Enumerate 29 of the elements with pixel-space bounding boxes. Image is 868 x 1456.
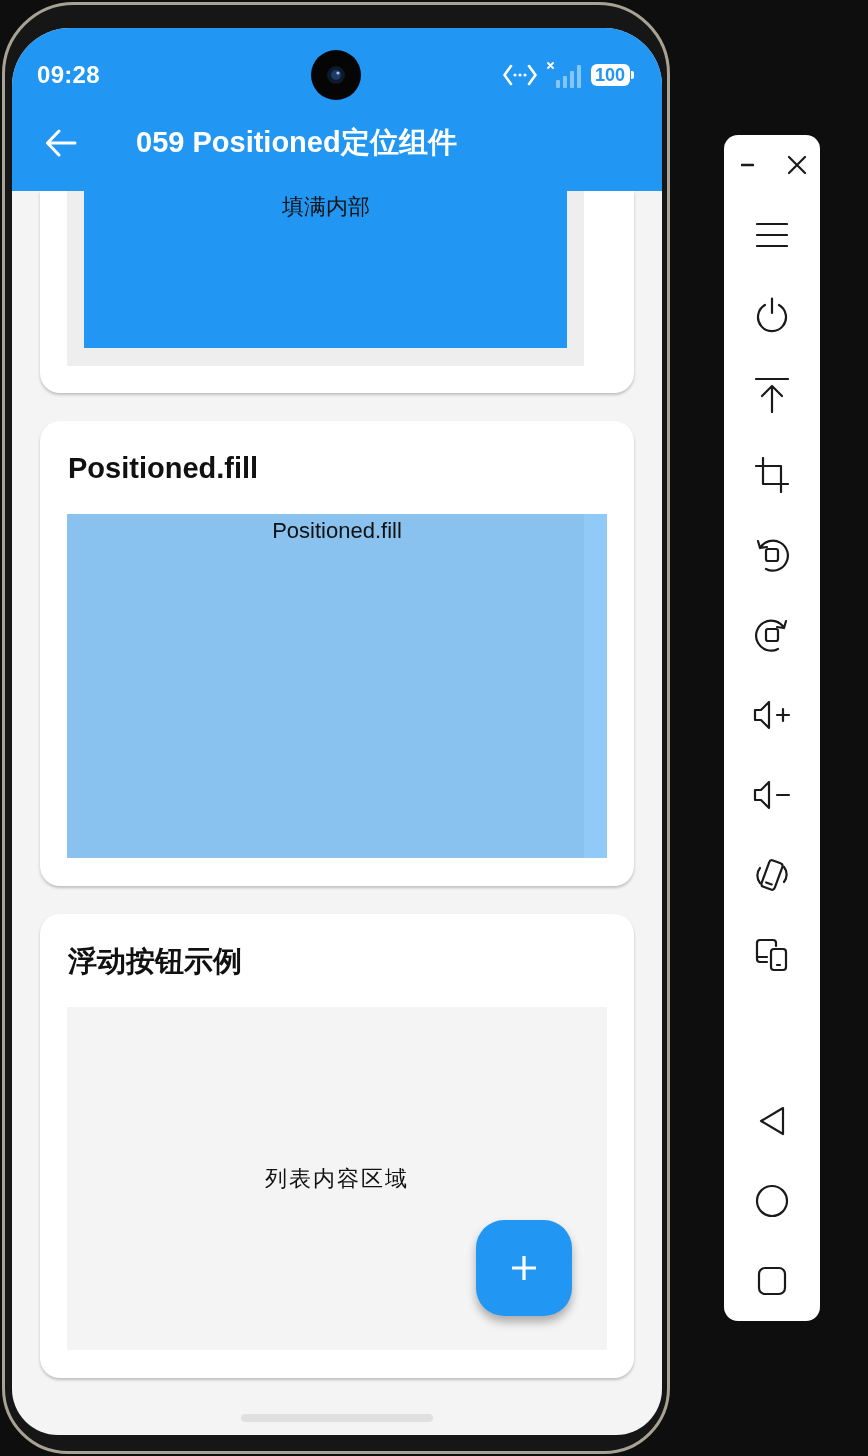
back-arrow-icon[interactable]	[45, 129, 77, 157]
menu-icon[interactable]	[756, 222, 788, 248]
power-icon[interactable]	[756, 297, 788, 333]
add-fab[interactable]	[476, 1220, 572, 1316]
arrow-up-to-line-icon[interactable]	[755, 377, 789, 413]
plus-icon	[510, 1254, 538, 1282]
volume-down-icon[interactable]	[753, 779, 791, 811]
battery-indicator: 100	[590, 63, 634, 86]
card-title: 浮动按钮示例	[68, 944, 243, 979]
positioned-fill-label: Positioned.fill	[272, 517, 402, 545]
card-title: Positioned.fill	[68, 451, 260, 486]
rotate-right-icon[interactable]	[755, 617, 789, 653]
camera-hole-icon	[311, 50, 361, 100]
crop-icon[interactable]	[755, 457, 789, 493]
fill-inner-label: 填满内部	[281, 193, 370, 221]
data-transfer-icon	[502, 63, 537, 86]
minimize-icon[interactable]	[741, 163, 754, 167]
devices-icon[interactable]	[755, 938, 789, 972]
recents-square-icon[interactable]	[757, 1266, 787, 1296]
back-triangle-icon[interactable]	[757, 1104, 787, 1138]
home-circle-icon[interactable]	[755, 1184, 789, 1218]
phone-shake-icon[interactable]	[755, 856, 789, 894]
status-time: 09:28	[37, 60, 100, 89]
signal-icon	[545, 61, 582, 88]
app-title: 059 Positioned定位组件	[136, 125, 457, 160]
list-content-label: 列表内容区域	[265, 1164, 409, 1193]
volume-up-icon[interactable]	[753, 699, 791, 731]
rotate-left-icon[interactable]	[755, 537, 789, 573]
close-icon[interactable]	[787, 155, 807, 175]
